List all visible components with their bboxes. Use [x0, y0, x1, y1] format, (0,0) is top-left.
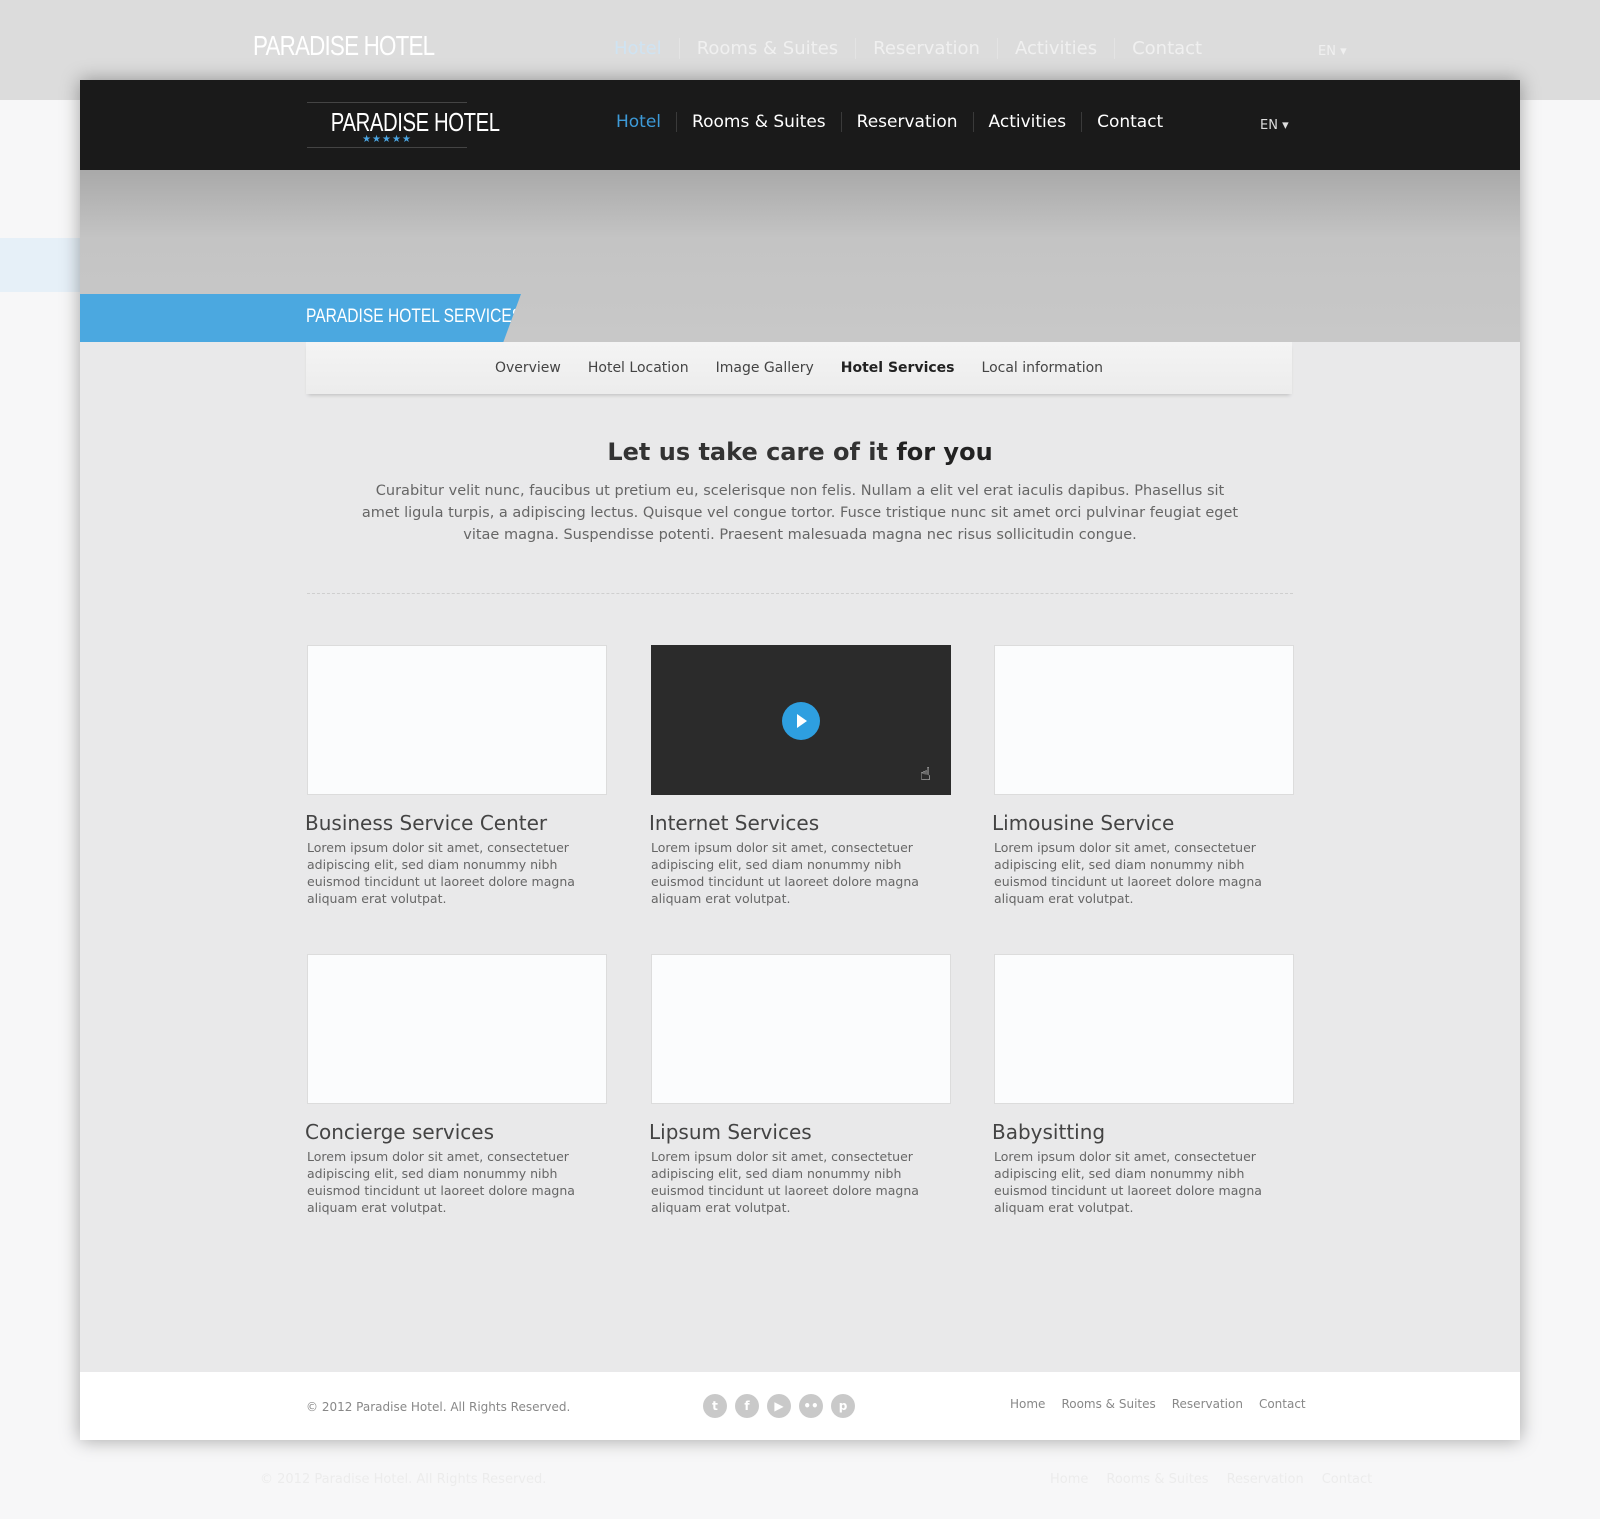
ghost-logo: PARADISE HOTEL [253, 30, 435, 61]
subnav-local-information[interactable]: Local information [982, 360, 1104, 376]
ghost-nav: Hotel Rooms & Suites Reservation Activit… [597, 38, 1219, 59]
pinterest-icon[interactable]: p [831, 1394, 855, 1418]
nav-hotel[interactable]: Hotel [601, 112, 676, 132]
intro-text: Curabitur velit nunc, faucibus ut pretiu… [361, 483, 1239, 543]
divider [307, 593, 1293, 594]
service-title[interactable]: Concierge services [305, 1120, 607, 1144]
service-description: Lorem ipsum dolor sit amet, consectetuer… [307, 1149, 575, 1215]
service-description: Lorem ipsum dolor sit amet, consectetuer… [994, 840, 1262, 906]
intro-title-bold: for you [896, 438, 993, 466]
hero: PARADISE HOTEL SERVICES [80, 170, 1520, 342]
ghost-link: Contact [1321, 1472, 1373, 1487]
footer-link-contact[interactable]: Contact [1259, 1397, 1306, 1411]
twitter-icon[interactable]: t [703, 1394, 727, 1418]
service-card: Business Service Center Lorem ipsum dolo… [305, 645, 607, 907]
ghost-nav-item: Rooms & Suites [678, 38, 855, 59]
play-icon[interactable] [782, 702, 820, 740]
service-title[interactable]: Lipsum Services [649, 1120, 951, 1144]
footer-link-home[interactable]: Home [1010, 1397, 1045, 1411]
ghost-link: Home [1050, 1472, 1089, 1487]
youtube-icon[interactable]: ▶ [767, 1394, 791, 1418]
subnav-overview[interactable]: Overview [495, 360, 561, 376]
footer-link-rooms[interactable]: Rooms & Suites [1061, 1397, 1155, 1411]
copyright: © 2012 Paradise Hotel. All Rights Reserv… [306, 1400, 571, 1414]
nav-rooms-suites[interactable]: Rooms & Suites [676, 112, 841, 132]
nav-activities[interactable]: Activities [972, 112, 1082, 132]
video-thumbnail[interactable]: ☝ [651, 645, 951, 795]
service-title[interactable]: Babysitting [992, 1120, 1294, 1144]
hand-cursor-icon: ☝ [920, 764, 931, 785]
service-title[interactable]: Internet Services [649, 811, 951, 835]
sub-nav: Overview Hotel Location Image Gallery Ho… [306, 342, 1292, 394]
ghost-nav-item: Contact [1114, 38, 1219, 59]
service-description: Lorem ipsum dolor sit amet, consectetuer… [651, 1149, 919, 1215]
logo-text: PARADISE HOTEL [330, 107, 500, 137]
header: PARADISE HOTEL ★★★★★ Hotel Rooms & Suite… [80, 80, 1520, 170]
service-title[interactable]: Business Service Center [305, 811, 607, 835]
facebook-icon[interactable]: f [735, 1394, 759, 1418]
subnav-hotel-services[interactable]: Hotel Services [841, 360, 955, 376]
footer-link-reservation[interactable]: Reservation [1172, 1397, 1243, 1411]
service-image[interactable] [651, 954, 951, 1104]
section-banner: PARADISE HOTEL SERVICES [80, 294, 521, 342]
service-description: Lorem ipsum dolor sit amet, consectetuer… [994, 1149, 1262, 1215]
subnav-image-gallery[interactable]: Image Gallery [716, 360, 814, 376]
service-image[interactable] [994, 645, 1294, 795]
intro-title-plain: Let us take care of it [607, 438, 897, 466]
footer-links: Home Rooms & Suites Reservation Contact [1010, 1397, 1306, 1411]
service-description: Lorem ipsum dolor sit amet, consectetuer… [307, 840, 575, 906]
ghost-copyright: © 2012 Paradise Hotel. All Rights Reserv… [260, 1472, 547, 1487]
banner-title: PARADISE HOTEL SERVICES [306, 306, 523, 327]
nav-contact[interactable]: Contact [1081, 112, 1178, 132]
service-card: Concierge services Lorem ipsum dolor sit… [305, 954, 607, 1216]
intro-title: Let us take care of it for you [80, 438, 1520, 466]
ghost-nav-item: Activities [996, 38, 1114, 59]
service-card: ☝ Internet Services Lorem ipsum dolor si… [649, 645, 951, 907]
logo[interactable]: PARADISE HOTEL ★★★★★ [307, 102, 500, 148]
social-links: t f ▶ •• p [703, 1394, 855, 1418]
ghost-link: Rooms & Suites [1106, 1472, 1209, 1487]
service-image[interactable] [994, 954, 1294, 1104]
footer: © 2012 Paradise Hotel. All Rights Reserv… [80, 1372, 1520, 1440]
page-panel: PARADISE HOTEL ★★★★★ Hotel Rooms & Suite… [80, 80, 1520, 1440]
flickr-icon[interactable]: •• [799, 1394, 823, 1418]
ghost-nav-item: Reservation [855, 38, 997, 59]
side-tint [0, 238, 80, 292]
service-image[interactable] [307, 954, 607, 1104]
ghost-nav-item: Hotel [614, 38, 662, 59]
ghost-footer-links: Home Rooms & Suites Reservation Contact [1050, 1472, 1372, 1487]
service-title[interactable]: Limousine Service [992, 811, 1294, 835]
service-card: Lipsum Services Lorem ipsum dolor sit am… [649, 954, 951, 1216]
subnav-hotel-location[interactable]: Hotel Location [588, 360, 689, 376]
ghost-link: Reservation [1226, 1472, 1304, 1487]
service-image[interactable] [307, 645, 607, 795]
nav-reservation[interactable]: Reservation [840, 112, 973, 132]
language-dropdown[interactable]: EN ▾ [1260, 118, 1289, 133]
service-card: Limousine Service Lorem ipsum dolor sit … [992, 645, 1294, 907]
main-nav: Hotel Rooms & Suites Reservation Activit… [601, 112, 1178, 132]
ghost-lang: EN ▾ [1318, 44, 1347, 59]
service-card: Babysitting Lorem ipsum dolor sit amet, … [992, 954, 1294, 1216]
service-description: Lorem ipsum dolor sit amet, consectetuer… [651, 840, 919, 906]
